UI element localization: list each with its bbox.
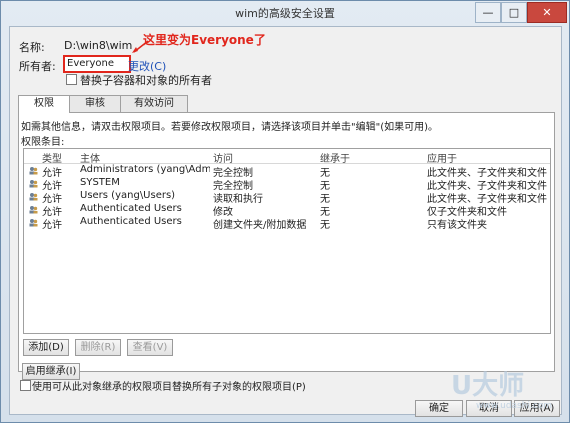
cell-type: 允许 [42, 220, 62, 231]
cell-access: 创建文件夹/附加数据 [213, 220, 307, 231]
close-button[interactable]: ✕ [527, 2, 567, 23]
tab-auditing[interactable]: 审核 [68, 95, 122, 112]
replace-owner-checkbox[interactable] [66, 74, 77, 85]
permissions-panel: 如需其他信息，请双击权限项目。若要修改权限项目，请选择该项目并单击"编辑"(如果… [18, 112, 555, 372]
cell-principal: SYSTEM [80, 177, 120, 188]
tab-effective-access[interactable]: 有效访问 [120, 95, 188, 112]
cell-principal: Authenticated Users [80, 203, 182, 214]
column-inherited[interactable]: 继承于 [320, 150, 350, 165]
table-row[interactable]: 允许 Authenticated Users 创建文件夹/附加数据 无 只有该文… [24, 216, 550, 231]
name-value: D:\win8\wim [64, 39, 133, 52]
maximize-icon: □ [508, 6, 520, 19]
column-type[interactable]: 类型 [42, 150, 62, 165]
tab-permissions[interactable]: 权限 [18, 95, 70, 113]
table-row[interactable]: 允许 SYSTEM 完全控制 无 此文件夹、子文件夹和文件 [24, 177, 550, 192]
dialog-body: 名称: D:\win8\wim 所有者: Everyone 更改(C) 这里变为… [9, 26, 562, 417]
ok-button[interactable]: 确定 [415, 400, 463, 417]
replace-child-permissions-checkbox[interactable] [20, 380, 31, 391]
cell-inherited: 无 [320, 220, 330, 231]
annotation-text: 这里变为Everyone了 [143, 33, 266, 47]
table-row[interactable]: 允许 Users (yang\Users) 读取和执行 无 此文件夹、子文件夹和… [24, 190, 550, 205]
user-group-icon [29, 219, 38, 227]
table-header: 类型 主体 访问 继承于 应用于 [24, 149, 550, 165]
add-button[interactable]: 添加(D) [23, 339, 69, 356]
replace-owner-label: 替换子容器和对象的所有者 [80, 74, 212, 87]
delete-button[interactable]: 删除(R) [75, 339, 121, 356]
user-group-icon [29, 167, 38, 175]
entries-label: 权限条目: [21, 137, 65, 148]
column-applies[interactable]: 应用于 [427, 150, 457, 165]
name-label: 名称: [19, 41, 45, 54]
owner-value: Everyone [67, 58, 115, 69]
cell-principal: Users (yang\Users) [80, 190, 176, 201]
permission-entries-table[interactable]: 类型 主体 访问 继承于 应用于 允许 Administrators (yang… [23, 148, 551, 334]
cell-principal: Authenticated Users [80, 216, 182, 227]
maximize-button[interactable]: □ [501, 2, 527, 23]
table-row[interactable]: 允许 Authenticated Users 修改 无 仅子文件夹和文件 [24, 203, 550, 218]
owner-label: 所有者: [19, 60, 56, 73]
minimize-icon: — [482, 6, 494, 19]
column-access[interactable]: 访问 [213, 150, 233, 165]
minimize-button[interactable]: — [475, 2, 501, 23]
user-group-icon [29, 180, 38, 188]
annotation-arrow-icon [132, 40, 149, 53]
table-row[interactable]: 允许 Administrators (yang\Administrat... 完… [24, 164, 550, 179]
column-principal[interactable]: 主体 [80, 150, 100, 165]
user-group-icon [29, 193, 38, 201]
cell-applies: 只有该文件夹 [427, 220, 487, 231]
cell-principal: Administrators (yang\Administrat... [80, 164, 210, 175]
owner-value-box: Everyone [63, 55, 131, 73]
user-group-icon [29, 206, 38, 214]
replace-child-permissions-label: 使用可从此对象继承的权限项目替换所有子对象的权限项目(P) [32, 382, 306, 393]
info-text: 如需其他信息，请双击权限项目。若要修改权限项目，请选择该项目并单击"编辑"(如果… [21, 122, 439, 133]
view-button[interactable]: 查看(V) [127, 339, 173, 356]
title-bar[interactable]: wim的高级安全设置 — □ ✕ [1, 1, 569, 25]
watermark-logo: U大师 [451, 371, 525, 401]
close-icon: ✕ [542, 6, 552, 19]
watermark-url: www.udashi.com [476, 401, 553, 411]
security-settings-window: wim的高级安全设置 — □ ✕ 名称: D:\win8\wim 所有者: Ev… [0, 0, 570, 423]
